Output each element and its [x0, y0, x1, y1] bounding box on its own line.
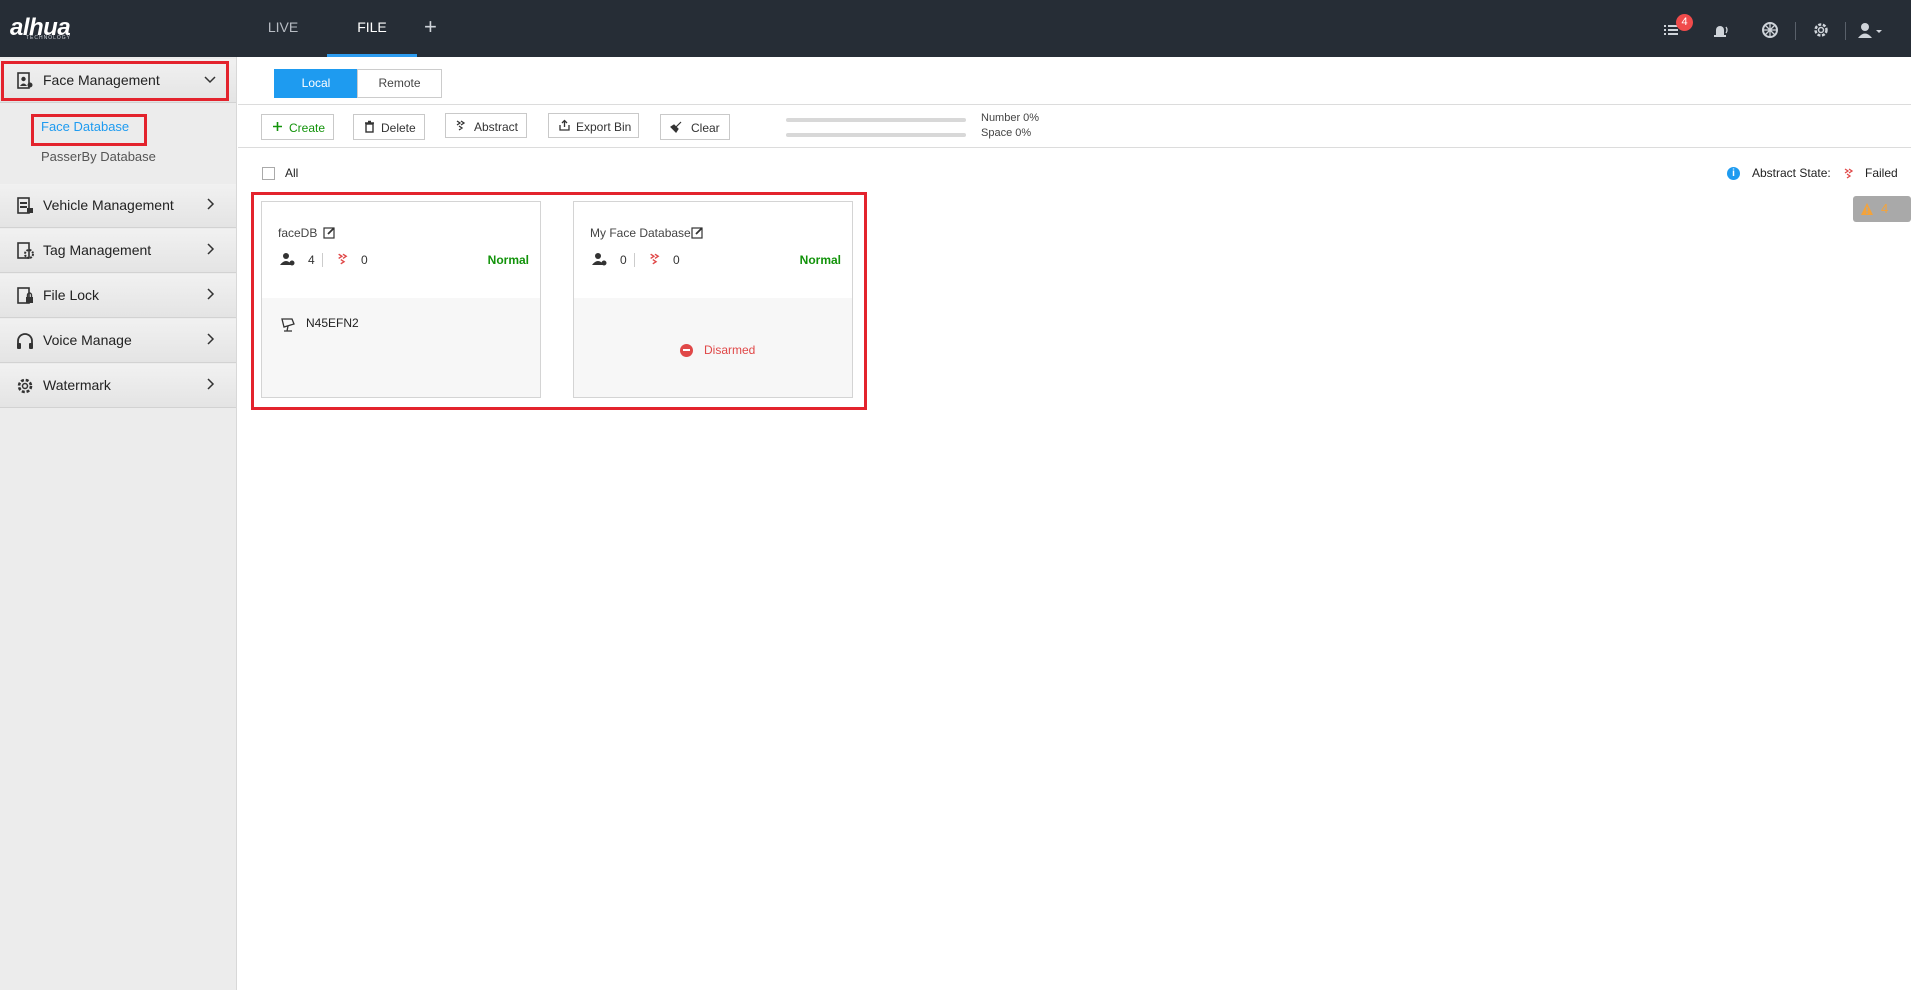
abstract-icon: [456, 120, 466, 131]
vehicle-management-icon: [17, 197, 33, 214]
divider: [634, 253, 635, 267]
tab-remote[interactable]: Remote: [357, 69, 442, 98]
status-badge: Normal: [799, 253, 841, 267]
toolbar-divider: [1795, 22, 1796, 40]
failed-label: Failed: [1865, 166, 1898, 180]
highlight-frame: [31, 114, 147, 146]
chevron-right-icon: [207, 288, 215, 300]
toolbar-divider: [1845, 22, 1846, 40]
chevron-right-icon: [207, 243, 215, 255]
broom-icon: [670, 121, 682, 133]
backup-icon[interactable]: [1761, 21, 1779, 39]
device-name: N45EFN2: [306, 316, 359, 330]
failed-count: 0: [673, 253, 680, 267]
abstract-button[interactable]: Abstract: [445, 113, 527, 138]
face-count: 0: [620, 253, 627, 267]
space-usage-bar: [786, 133, 966, 137]
sidebar-item-label: Tag Management: [43, 242, 152, 258]
sidebar-item-label: Watermark: [43, 377, 111, 393]
delete-label: Delete: [381, 121, 416, 135]
failed-count: 0: [361, 253, 368, 267]
highlight-frame: [1, 61, 229, 101]
number-usage-bar: [786, 118, 966, 122]
face-count: 4: [308, 253, 315, 267]
disarmed-label: Disarmed: [704, 343, 756, 357]
sidebar-item-file-lock[interactable]: File Lock: [0, 274, 236, 318]
alarm-icon[interactable]: [1711, 21, 1729, 39]
card-bottom: N45EFN2: [262, 298, 540, 397]
select-all-checkbox[interactable]: [262, 167, 275, 180]
failed-icon: [1844, 168, 1854, 179]
sidebar: Face Management Face Database PasserBy D…: [0, 57, 237, 990]
number-usage-label: Number 0%: [981, 112, 1040, 124]
sidebar-item-tag-management[interactable]: Tag Management: [0, 229, 236, 273]
warning-icon: [1861, 203, 1873, 215]
card-bottom: Disarmed: [574, 298, 852, 397]
logo-subtitle: TECHNOLOGY: [26, 35, 72, 41]
clear-label: Clear: [691, 121, 720, 135]
sidebar-item-label: File Lock: [43, 287, 100, 303]
divider: [322, 253, 323, 267]
warning-badge[interactable]: 4: [1853, 196, 1911, 222]
trash-icon: [365, 120, 374, 133]
abstract-state-label: Abstract State:: [1752, 166, 1831, 180]
plus-icon: [273, 122, 282, 131]
card-title: My Face Database: [590, 226, 691, 240]
warning-count: 4: [1881, 201, 1889, 216]
chevron-right-icon: [207, 378, 215, 390]
add-tab-button[interactable]: +: [424, 14, 437, 40]
edit-icon[interactable]: [691, 226, 704, 239]
notification-badge: 4: [1676, 14, 1693, 31]
divider: [238, 147, 1911, 148]
export-icon: [559, 119, 570, 131]
chevron-right-icon: [207, 198, 215, 210]
failed-icon: [338, 253, 348, 265]
abstract-label: Abstract: [474, 120, 519, 134]
disarmed-icon: [680, 344, 693, 357]
sidebar-subitem-passerby-database[interactable]: PasserBy Database: [41, 149, 156, 164]
tab-file[interactable]: FILE: [327, 0, 417, 57]
gear-icon: [17, 378, 33, 394]
settings-icon[interactable]: [1812, 21, 1830, 39]
select-all-label: All: [285, 166, 299, 180]
export-bin-label: Export Bin: [576, 120, 632, 134]
user-icon[interactable]: [1857, 21, 1885, 39]
tab-local[interactable]: Local: [274, 69, 358, 98]
faces-icon: [280, 253, 295, 266]
sidebar-item-vehicle-management[interactable]: Vehicle Management: [0, 184, 236, 228]
status-badge: Normal: [487, 253, 529, 267]
sidebar-item-label: Voice Manage: [43, 332, 132, 348]
clear-button[interactable]: Clear: [660, 114, 730, 140]
faces-icon: [592, 253, 607, 266]
divider: [238, 104, 1911, 105]
failed-icon: [650, 253, 660, 265]
export-bin-button[interactable]: Export Bin: [548, 113, 639, 138]
create-label: Create: [289, 121, 326, 135]
edit-icon[interactable]: [323, 226, 336, 239]
create-button[interactable]: Create: [261, 114, 334, 140]
camera-icon: [281, 318, 295, 332]
face-db-card[interactable]: faceDB 4 0 Normal N45EFN2: [261, 201, 541, 398]
chevron-right-icon: [207, 333, 215, 345]
tag-management-icon: [17, 242, 34, 259]
tab-live[interactable]: LIVE: [264, 0, 302, 57]
sidebar-item-watermark[interactable]: Watermark: [0, 364, 236, 408]
top-bar: alhua TECHNOLOGY LIVE FILE + 4: [0, 0, 1911, 57]
face-db-card[interactable]: My Face Database 0 0 Normal Disarmed: [573, 201, 853, 398]
file-lock-icon: [17, 287, 33, 304]
card-title: faceDB: [278, 226, 318, 240]
headphones-icon: [17, 333, 33, 349]
info-icon: i: [1727, 167, 1740, 180]
space-usage-label: Space 0%: [981, 127, 1032, 139]
sidebar-item-label: Vehicle Management: [43, 197, 174, 213]
delete-button[interactable]: Delete: [353, 114, 425, 140]
sidebar-item-voice-manage[interactable]: Voice Manage: [0, 319, 236, 363]
